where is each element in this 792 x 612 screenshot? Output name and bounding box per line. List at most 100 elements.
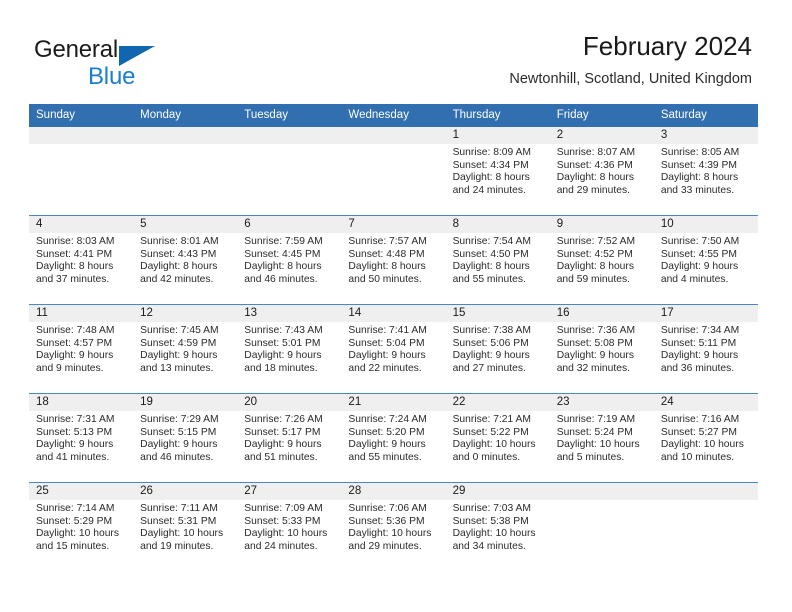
day-cell[interactable]: 1 Sunrise: 8:09 AM Sunset: 4:34 PM Daylight…	[445, 127, 550, 216]
day-cell[interactable]: 7 Sunrise: 7:57 AM Sunset: 4:48 PM Daylight…	[341, 215, 446, 305]
sunrise-text: Sunrise: 7:41 AM	[348, 325, 427, 336]
day-cell[interactable]: 20 Sunrise: 7:26 AM Sunset: 5:17 PM Dayligh…	[237, 393, 342, 483]
day-cell[interactable]: 11 Sunrise: 7:48 AM Sunset: 4:57 PM Dayligh…	[29, 304, 134, 394]
daylight-text-line1: Daylight: 9 hours	[36, 350, 114, 362]
daylight-text-line1: Daylight: 10 hours	[140, 528, 224, 540]
daylight-text-line1: Daylight: 9 hours	[348, 350, 426, 362]
daylight-text-line1: Daylight: 9 hours	[244, 350, 322, 362]
daylight-text-line1: Daylight: 8 hours	[36, 261, 114, 273]
day-number: 8	[445, 216, 550, 233]
sunrise-text: Sunrise: 7:26 AM	[244, 414, 323, 425]
daylight-text-line1: Daylight: 8 hours	[348, 261, 426, 273]
daylight-text-line2: and 19 minutes.	[140, 540, 214, 552]
day-number	[237, 127, 342, 144]
daylight-text-line2: and 46 minutes.	[244, 273, 318, 285]
day-cell[interactable]: 14 Sunrise: 7:41 AM Sunset: 5:04 PM Dayligh…	[341, 304, 446, 394]
daylight-text-line2: and 34 minutes.	[452, 540, 526, 552]
day-cell[interactable]	[29, 127, 134, 216]
sunset-text: Sunset: 4:59 PM	[140, 337, 217, 349]
daylight-text-line2: and 50 minutes.	[348, 273, 422, 285]
page-header: General Blue February 2024 Newtonhill, S…	[0, 0, 792, 100]
day-number: 10	[653, 216, 758, 233]
day-number: 21	[341, 394, 446, 411]
day-cell[interactable]	[653, 482, 758, 571]
sunset-text: Sunset: 5:06 PM	[452, 337, 529, 349]
sunset-text: Sunset: 5:33 PM	[244, 515, 321, 527]
sunrise-text: Sunrise: 7:03 AM	[452, 503, 531, 514]
weekday-header-wednesday: Wednesday	[341, 104, 446, 127]
sunset-text: Sunset: 4:41 PM	[36, 248, 113, 260]
day-cell[interactable]: 18 Sunrise: 7:31 AM Sunset: 5:13 PM Dayligh…	[29, 393, 134, 483]
day-cell[interactable]: 5 Sunrise: 8:01 AM Sunset: 4:43 PM Daylight…	[133, 215, 238, 305]
day-cell[interactable]	[549, 482, 654, 571]
weekday-header-sunday: Sunday	[29, 104, 134, 127]
day-cell[interactable]: 15 Sunrise: 7:38 AM Sunset: 5:06 PM Dayligh…	[445, 304, 550, 394]
day-cell[interactable]: 6 Sunrise: 7:59 AM Sunset: 4:45 PM Daylight…	[237, 215, 342, 305]
day-cell[interactable]: 22 Sunrise: 7:21 AM Sunset: 5:22 PM Dayligh…	[445, 393, 550, 483]
day-number: 17	[653, 305, 758, 322]
daylight-text-line2: and 29 minutes.	[348, 540, 422, 552]
day-cell[interactable]: 29 Sunrise: 7:03 AM Sunset: 5:38 PM Dayligh…	[445, 482, 550, 571]
daylight-text-line1: Daylight: 10 hours	[348, 528, 432, 540]
day-cell[interactable]: 8 Sunrise: 7:54 AM Sunset: 4:50 PM Daylight…	[445, 215, 550, 305]
sunset-text: Sunset: 4:50 PM	[452, 248, 529, 260]
day-cell[interactable]: 24 Sunrise: 7:16 AM Sunset: 5:27 PM Dayligh…	[653, 393, 758, 483]
day-cell[interactable]: 28 Sunrise: 7:06 AM Sunset: 5:36 PM Dayligh…	[341, 482, 446, 571]
sunrise-text: Sunrise: 8:09 AM	[452, 147, 531, 158]
day-cell[interactable]: 23 Sunrise: 7:19 AM Sunset: 5:24 PM Dayligh…	[549, 393, 654, 483]
daylight-text-line1: Daylight: 10 hours	[452, 528, 536, 540]
sunrise-text: Sunrise: 7:34 AM	[660, 325, 740, 336]
sunrise-text: Sunrise: 7:43 AM	[244, 325, 323, 336]
daylight-text-line2: and 59 minutes.	[556, 273, 630, 285]
day-cell[interactable]: 9 Sunrise: 7:52 AM Sunset: 4:52 PM Daylight…	[549, 215, 654, 305]
day-cell[interactable]: 12 Sunrise: 7:45 AM Sunset: 4:59 PM Dayligh…	[133, 304, 238, 394]
daylight-text-line2: and 46 minutes.	[140, 451, 214, 463]
sunrise-text: Sunrise: 7:21 AM	[452, 414, 531, 425]
calendar-week-row: 4 Sunrise: 8:03 AM Sunset: 4:41 PM Daylight…	[29, 215, 758, 305]
day-cell[interactable]	[133, 127, 238, 216]
daylight-text-line2: and 33 minutes.	[660, 184, 735, 196]
daylight-text-line2: and 24 minutes.	[244, 540, 318, 552]
day-cell[interactable]: 2 Sunrise: 8:07 AM Sunset: 4:36 PM Daylight…	[549, 127, 654, 216]
sunrise-text: Sunrise: 8:03 AM	[36, 236, 115, 247]
title-block: February 2024 Newtonhill, Scotland, Unit…	[509, 30, 752, 90]
day-number: 23	[549, 394, 654, 411]
day-cell[interactable]: 4 Sunrise: 8:03 AM Sunset: 4:41 PM Daylight…	[29, 215, 134, 305]
sunrise-text: Sunrise: 8:05 AM	[660, 147, 740, 158]
calendar-page: General Blue February 2024 Newtonhill, S…	[0, 0, 792, 612]
day-cell[interactable]: 3 Sunrise: 8:05 AM Sunset: 4:39 PM Daylight…	[653, 127, 758, 216]
daylight-text-line2: and 27 minutes.	[452, 362, 526, 374]
daylight-text-line2: and 36 minutes.	[660, 362, 735, 374]
day-number: 1	[445, 127, 550, 144]
daylight-text-line2: and 22 minutes.	[348, 362, 422, 374]
day-cell[interactable]	[237, 127, 342, 216]
calendar-week-row: 18 Sunrise: 7:31 AM Sunset: 5:13 PM Dayligh…	[29, 393, 758, 483]
daylight-text-line1: Daylight: 9 hours	[452, 350, 530, 362]
day-cell[interactable]: 16 Sunrise: 7:36 AM Sunset: 5:08 PM Dayligh…	[549, 304, 654, 394]
daylight-text-line1: Daylight: 8 hours	[140, 261, 218, 273]
brand-logo[interactable]: General Blue	[34, 36, 264, 92]
sunrise-text: Sunrise: 7:36 AM	[556, 325, 636, 336]
day-cell[interactable]: 27 Sunrise: 7:09 AM Sunset: 5:33 PM Dayligh…	[237, 482, 342, 571]
day-cell[interactable]: 19 Sunrise: 7:29 AM Sunset: 5:15 PM Dayligh…	[133, 393, 238, 483]
day-cell[interactable]	[341, 127, 446, 216]
day-cell[interactable]: 26 Sunrise: 7:11 AM Sunset: 5:31 PM Dayligh…	[133, 482, 238, 571]
day-number: 6	[237, 216, 342, 233]
weekday-header-thursday: Thursday	[445, 104, 550, 127]
calendar-grid: Sunday Monday Tuesday Wednesday Thursday…	[29, 104, 758, 571]
daylight-text-line1: Daylight: 8 hours	[556, 261, 634, 273]
day-cell[interactable]: 21 Sunrise: 7:24 AM Sunset: 5:20 PM Dayligh…	[341, 393, 446, 483]
day-number: 28	[341, 483, 446, 500]
sunset-text: Sunset: 5:01 PM	[244, 337, 321, 349]
daylight-text-line1: Daylight: 9 hours	[244, 439, 322, 451]
daylight-text-line1: Daylight: 9 hours	[348, 439, 426, 451]
day-cell[interactable]: 17 Sunrise: 7:34 AM Sunset: 5:11 PM Dayligh…	[653, 304, 758, 394]
sunset-text: Sunset: 4:34 PM	[452, 159, 529, 171]
day-number	[29, 127, 134, 144]
daylight-text-line1: Daylight: 8 hours	[660, 172, 739, 184]
day-cell[interactable]: 25 Sunrise: 7:14 AM Sunset: 5:29 PM Dayligh…	[29, 482, 134, 571]
day-number: 18	[29, 394, 134, 411]
daylight-text-line2: and 9 minutes.	[36, 362, 104, 374]
day-cell[interactable]: 13 Sunrise: 7:43 AM Sunset: 5:01 PM Dayligh…	[237, 304, 342, 394]
day-cell[interactable]: 10 Sunrise: 7:50 AM Sunset: 4:55 PM Dayligh…	[653, 215, 758, 305]
